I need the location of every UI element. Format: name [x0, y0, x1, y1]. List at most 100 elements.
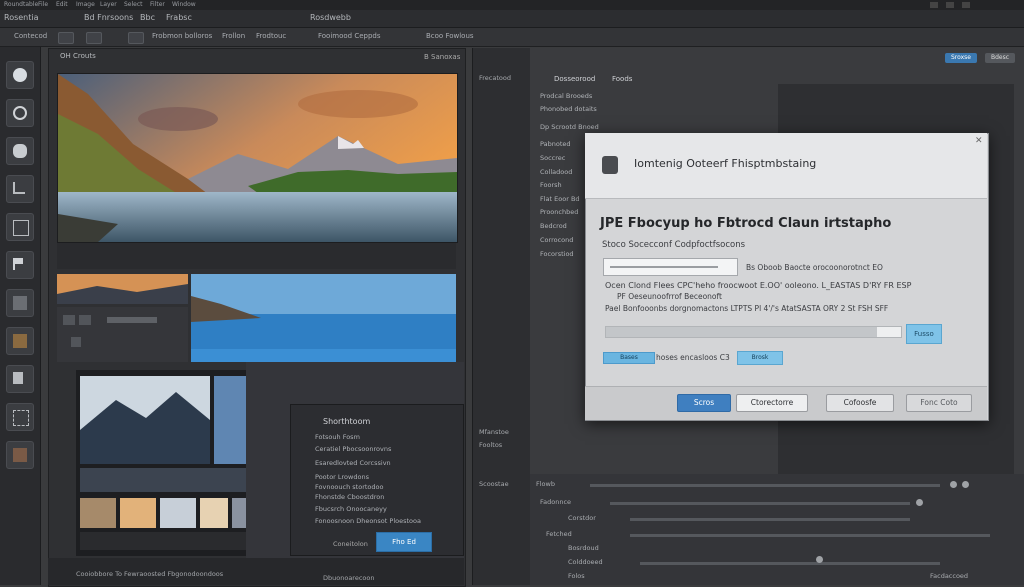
layer-row[interactable]: Soccrec [540, 154, 565, 162]
convert-button[interactable]: Ctorectorre [736, 394, 808, 412]
adjust-slider[interactable] [640, 562, 940, 565]
layer-row[interactable]: Prodcal Brooeds [540, 92, 592, 100]
option-item[interactable]: Fooimood Ceppds [318, 32, 381, 40]
option-item[interactable]: Frobmon bolloros [152, 32, 212, 40]
tool-layer[interactable] [6, 289, 34, 317]
slider-knob-icon[interactable] [916, 499, 923, 506]
shortcut-confirm-button[interactable]: Fho Ed [376, 532, 432, 552]
option-toggle[interactable]: Brosk [737, 351, 783, 365]
tool-cloud[interactable] [6, 61, 34, 89]
adjust-slider[interactable] [590, 484, 940, 487]
mode-icon[interactable] [128, 32, 144, 44]
menu-item[interactable]: File [38, 0, 48, 10]
secondary-action-button[interactable]: Bdesc [985, 53, 1015, 63]
side-row[interactable]: Fooltos [479, 441, 502, 449]
ocean-image [191, 274, 456, 362]
adjust-slider[interactable] [610, 502, 910, 505]
layer-row[interactable]: Bedcrod [540, 222, 567, 230]
field-note: Bs Oboob Baocte orocoonorotnct EO [746, 263, 883, 272]
shortcut-row[interactable]: Fonoosnoon Dheonsot Ploestooa [315, 517, 421, 525]
app-menu-item[interactable]: Rosentia [4, 13, 39, 22]
app-menu-item[interactable]: Bbc [140, 13, 155, 22]
tool-stamp[interactable] [6, 365, 34, 393]
maximize-icon[interactable] [946, 2, 954, 8]
tool-crop[interactable] [6, 213, 34, 241]
menu-item[interactable]: Roundtable [4, 0, 38, 10]
tool-brush[interactable] [6, 137, 34, 165]
close-window-icon[interactable] [962, 2, 970, 8]
layer-row[interactable]: Dp Scrootd Bnoed [540, 123, 599, 131]
save-button[interactable]: Scros [677, 394, 731, 412]
document-tab[interactable]: OH Crouts [60, 52, 96, 66]
slider-knob-icon[interactable] [962, 481, 969, 488]
app-menu-item[interactable]: Frabsc [166, 13, 192, 22]
option-checkbox[interactable]: Bases [603, 352, 655, 364]
thumbnail-image[interactable] [57, 274, 188, 304]
window-title: Rosdwebb [310, 13, 351, 22]
shortcut-row[interactable]: Fotsouh Fosm [315, 433, 360, 441]
shortcut-row[interactable]: Fovnoouch stortodoo [315, 483, 383, 491]
layer-row[interactable]: Focorstiod [540, 250, 574, 258]
dialog-info-line: Ocen Clond Flees CPC'heho froocwoot E.OO… [605, 281, 912, 290]
preview-image[interactable] [191, 274, 456, 362]
option-item[interactable]: Frodtouc [256, 32, 286, 40]
slider-knob-icon[interactable] [950, 481, 957, 488]
tool-dial[interactable] [6, 99, 34, 127]
main-canvas-image[interactable] [57, 73, 458, 243]
tool-grid[interactable] [6, 403, 34, 431]
shortcut-row[interactable]: Esaredlovted Corcssivn [315, 459, 391, 467]
filename-input[interactable] [603, 258, 738, 276]
tool-flag[interactable] [6, 251, 34, 279]
browse-button[interactable]: Fusso [906, 324, 942, 344]
brush-icon[interactable] [86, 32, 102, 44]
menu-item[interactable]: Filter [150, 0, 165, 10]
film-strip[interactable] [76, 370, 262, 556]
primary-action-button[interactable]: Sroxse [945, 53, 977, 63]
brush-tool-icon [13, 144, 27, 158]
cancel-button[interactable]: Fonc Coto [906, 394, 972, 412]
layer-row[interactable]: Foorsh [540, 181, 562, 189]
layer-row[interactable]: Proonchbed [540, 208, 578, 216]
close-icon[interactable]: ✕ [975, 136, 983, 146]
menu-item[interactable]: Window [172, 0, 196, 10]
layer-thumb-icon[interactable] [63, 315, 75, 325]
menu-item[interactable]: Image [76, 0, 95, 10]
slider-knob-icon[interactable] [816, 556, 823, 563]
menu-item[interactable]: Edit [56, 0, 68, 10]
shortcut-row[interactable]: Ceratiel Pbocsoonrovns [315, 445, 391, 453]
menu-item[interactable]: Layer [100, 0, 117, 10]
app-menu-item[interactable]: Bd Fnrsoons [84, 13, 133, 22]
adjust-slider[interactable] [630, 534, 990, 537]
document-tab-2[interactable]: B Sanoxas [424, 53, 460, 61]
side-row[interactable]: Mfanstoe [479, 428, 509, 436]
layer-thumb-icon[interactable] [79, 315, 91, 325]
adjust-label: Flowb [536, 480, 555, 488]
layer-row[interactable]: Corrocond [540, 236, 573, 244]
layer-row[interactable]: Phonobed dotaits [540, 105, 597, 113]
shortcut-row[interactable]: Fhonstde Cboostdron [315, 493, 384, 501]
adjust-label: Fadonnce [540, 498, 572, 506]
tool-photo[interactable] [6, 441, 34, 469]
progress-fill [606, 327, 878, 337]
option-item[interactable]: Bcoo Fowlous [426, 32, 474, 40]
minimize-icon[interactable] [930, 2, 938, 8]
layer-row[interactable]: Pabnoted [540, 140, 571, 148]
shortcut-row[interactable]: Pootor Lrowdons [315, 473, 369, 481]
tool-select[interactable] [6, 175, 34, 203]
option-item[interactable]: Frollon [222, 32, 245, 40]
layer-slider[interactable] [107, 317, 157, 323]
crop-icon [13, 220, 29, 236]
options-button[interactable]: Cofoosfe [826, 394, 894, 412]
layer-row[interactable]: Flat Eoor Bd [540, 195, 580, 203]
adjust-slider[interactable] [630, 518, 910, 521]
option-item[interactable]: Contecod [14, 32, 47, 40]
menu-item[interactable]: Select [124, 0, 143, 10]
side-row[interactable]: Scoostae [479, 480, 509, 488]
layer-row[interactable]: Colladood [540, 168, 572, 176]
dial-icon [13, 106, 27, 120]
shortcut-row[interactable]: Fbucsrch Onoocaneyy [315, 505, 387, 513]
tool-frame[interactable] [6, 327, 34, 355]
options-bar: Contecod Frobmon bolloros Frollon Frodto… [0, 28, 1024, 47]
tool-preset-icon[interactable] [58, 32, 74, 44]
layer-visibility-icon[interactable] [71, 337, 81, 347]
